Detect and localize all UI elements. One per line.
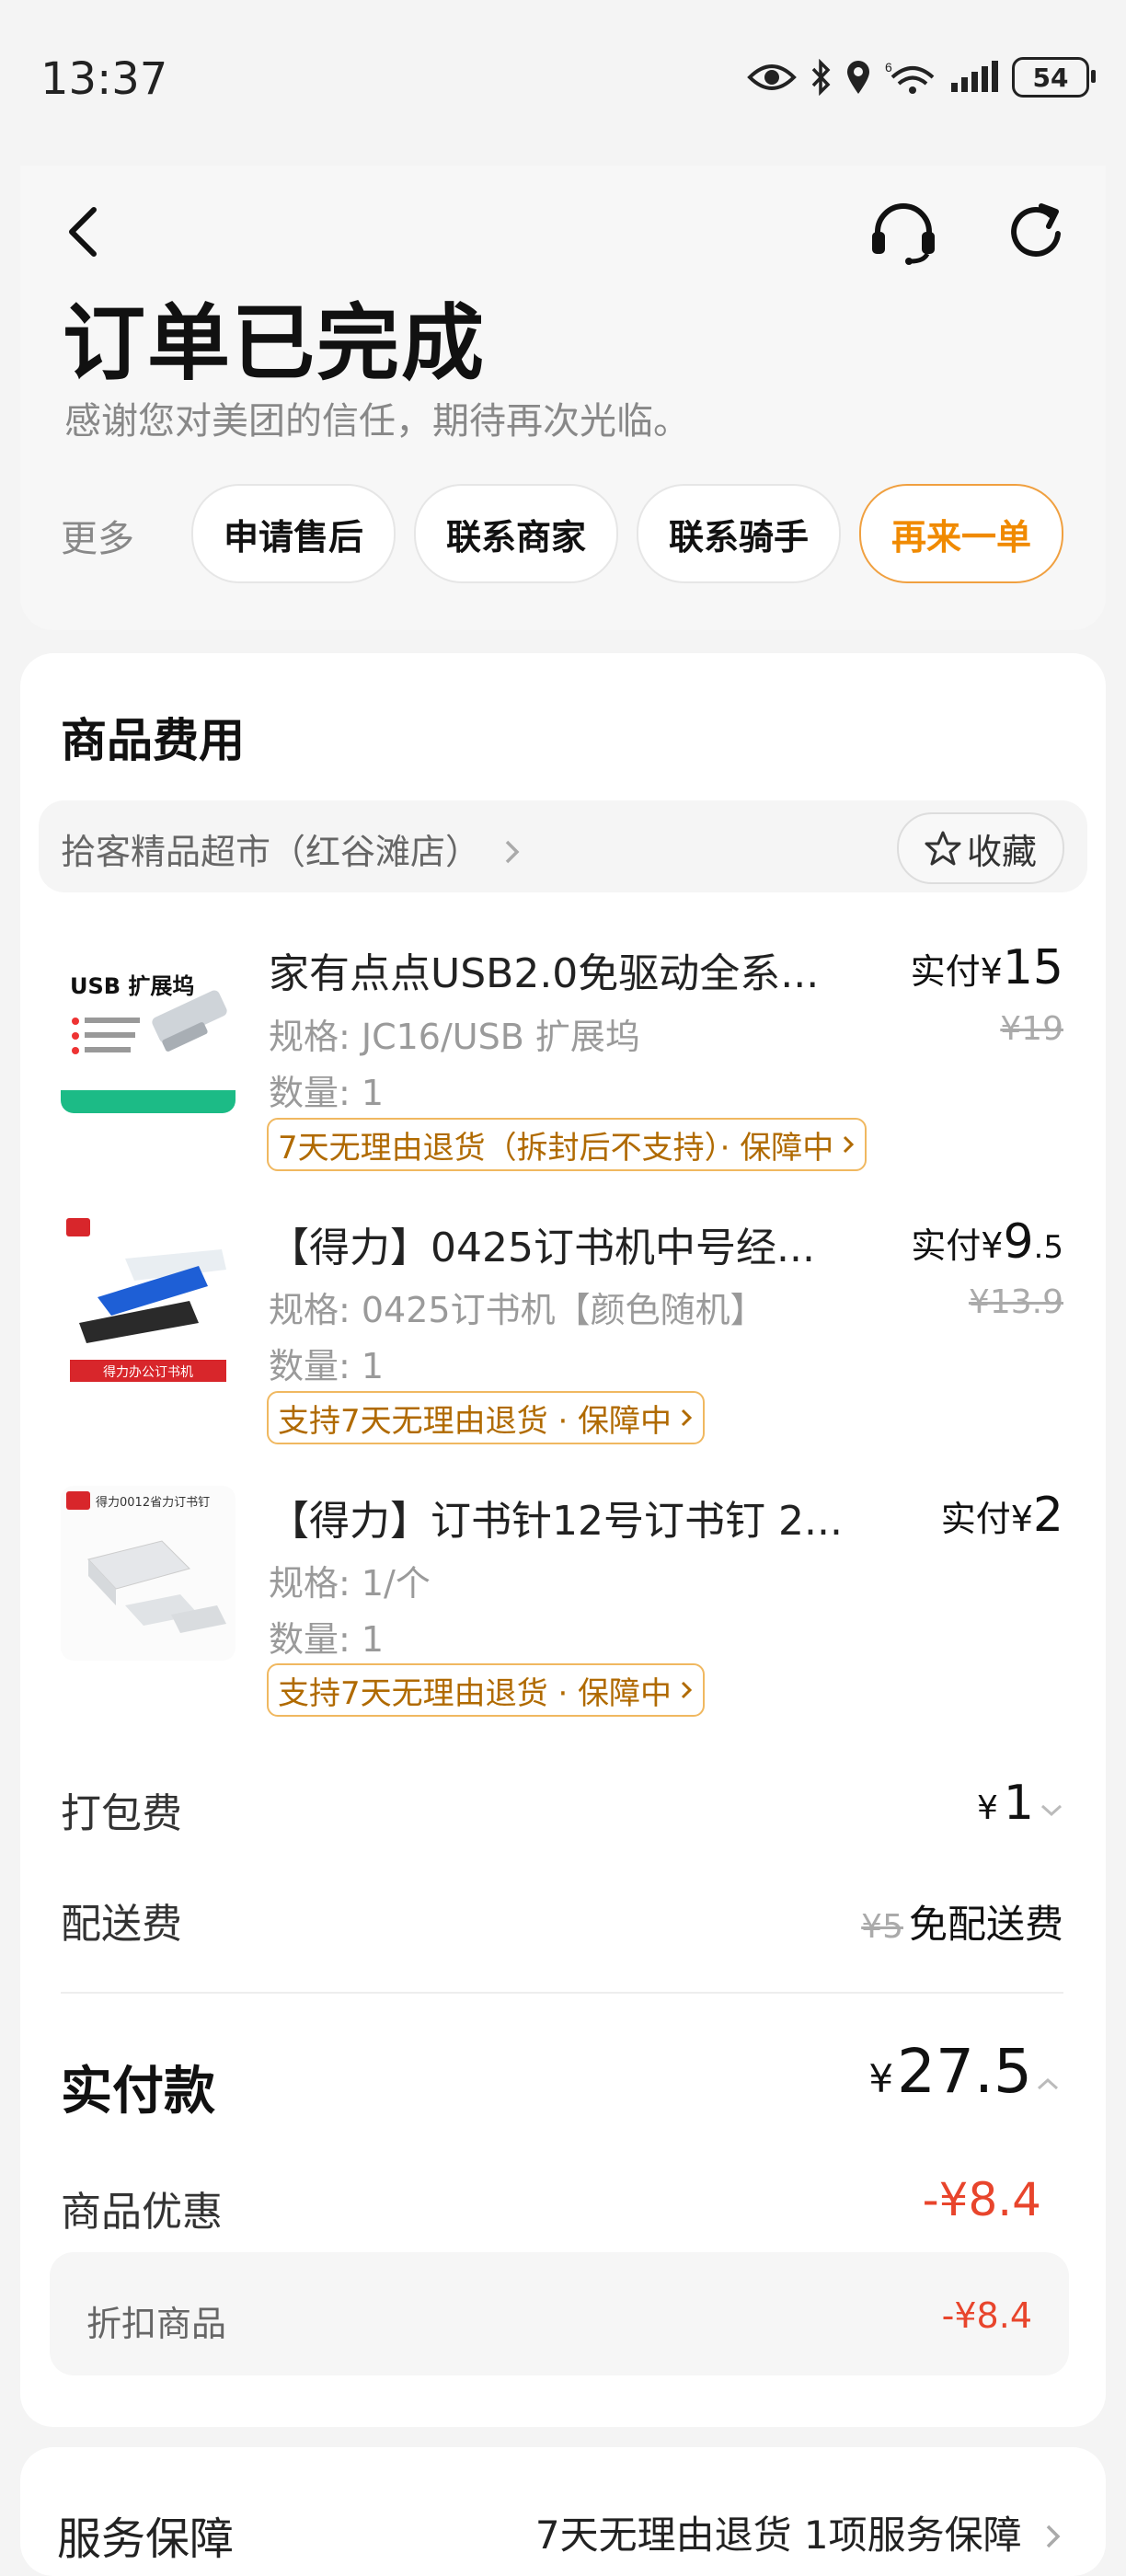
chevron-right-icon [844, 1135, 855, 1154]
product-spec-3: 规格: 1/个 [269, 1563, 431, 1604]
paid-label-1: 实付 [910, 951, 981, 992]
thumb-text-3: 得力0012省力订书钉 [96, 1495, 210, 1510]
paid-price-2: 实付¥9.5 [911, 1214, 1063, 1270]
goods-discount-value: -¥8.4 [922, 2173, 1041, 2226]
star-outline-icon [925, 831, 961, 866]
guarantee-tag-text-2: 支持7天无理由退货 · 保障中 [278, 1402, 672, 1440]
goods-discount-label: 商品优惠 [61, 2189, 223, 2236]
goods-section-title: 商品费用 [61, 714, 245, 767]
packing-amount: 1 [1003, 1776, 1034, 1831]
wifi-icon: 6 [885, 60, 935, 94]
eye-icon [747, 64, 797, 90]
product-thumbnail-staples[interactable]: 得力0012省力订书钉 [61, 1486, 236, 1661]
status-time: 13:37 [40, 53, 168, 105]
total-currency: ¥ [868, 2056, 894, 2101]
chevron-right-icon [505, 840, 520, 864]
service-guarantee-text: 7天无理由退货 1项服务保障 [534, 2513, 1022, 2558]
product-thumbnail-stapler[interactable]: 得力办公订书机 [61, 1213, 236, 1387]
chevron-right-icon [682, 1409, 693, 1427]
apply-after-sales-button[interactable]: 申请售后 [191, 484, 396, 583]
battery-level: 54 [1032, 62, 1069, 93]
location-icon [847, 61, 869, 94]
divider [61, 1992, 1063, 1994]
bluetooth-icon [811, 59, 831, 96]
favorite-label: 收藏 [966, 831, 1037, 872]
customer-service-headset-icon[interactable] [868, 201, 938, 265]
service-guarantee-label: 服务保障 [57, 2513, 235, 2565]
page-title: 订单已完成 [63, 295, 486, 392]
more-label[interactable]: 更多 [61, 509, 134, 562]
product-spec-2: 规格: 0425订书机【颜色随机】 [269, 1290, 765, 1330]
currency-1: ¥ [980, 951, 1003, 992]
discount-item-label: 折扣商品 [86, 2304, 227, 2344]
contact-merchant-button[interactable]: 联系商家 [414, 484, 618, 583]
price-int-1: 15 [1002, 940, 1063, 995]
guarantee-tag-3[interactable]: 支持7天无理由退货 · 保障中 [267, 1663, 706, 1717]
total-amount: 27.5 [897, 2036, 1032, 2107]
product-qty-2: 数量: 1 [269, 1346, 385, 1386]
svg-text:6: 6 [885, 60, 892, 75]
delivery-free-text: 免配送费 [908, 1902, 1063, 1947]
store-name-text: 拾客精品超市（红谷滩店） [61, 832, 481, 872]
chevron-right-icon [1046, 2524, 1061, 2548]
product-name-1[interactable]: 家有点点USB2.0免驱动全系... [269, 940, 819, 999]
guarantee-tag-text-3: 支持7天无理由退货 · 保障中 [278, 1674, 672, 1712]
chevron-down-icon [1040, 1804, 1063, 1817]
thumb-text-1: USB 扩展坞 [70, 973, 194, 999]
product-name-2[interactable]: 【得力】0425订书机中号经... [269, 1214, 815, 1273]
packing-currency: ¥ [977, 1789, 998, 1827]
total-paid-label: 实付款 [61, 2062, 215, 2122]
product-qty-3: 数量: 1 [269, 1619, 385, 1660]
product-name-3[interactable]: 【得力】订书针12号订书钉 2... [269, 1488, 843, 1547]
thumb-text-2: 得力办公订书机 [103, 1364, 193, 1380]
delivery-fee-label: 配送费 [61, 1901, 182, 1948]
delivery-original-price: ¥5 [861, 1908, 903, 1946]
price-int-2: 9 [1003, 1214, 1034, 1270]
refresh-icon[interactable] [1005, 201, 1069, 265]
product-thumbnail-usb-hub[interactable]: USB 扩展坞 [61, 938, 236, 1113]
currency-2: ¥ [981, 1225, 1004, 1266]
product-qty-1: 数量: 1 [269, 1073, 385, 1113]
store-name[interactable]: 拾客精品超市（红谷滩店） [61, 823, 523, 874]
guarantee-tag-2[interactable]: 支持7天无理由退货 · 保障中 [267, 1391, 706, 1444]
staples-image: 得力0012省力订书钉 [61, 1486, 236, 1661]
paid-label-3: 实付 [940, 1499, 1011, 1539]
chevron-right-icon [682, 1681, 693, 1699]
total-paid-value[interactable]: ¥ 27.5 [868, 2036, 1060, 2107]
paid-price-1: 实付¥15 [911, 940, 1063, 995]
signal-icon [951, 61, 998, 92]
battery-icon: 54 [1012, 57, 1096, 98]
packing-fee-value[interactable]: ¥ 1 [977, 1776, 1063, 1831]
original-price-1: ¥19 [1000, 1010, 1063, 1048]
discount-item-value: -¥8.4 [941, 2295, 1032, 2336]
usb-hub-image: USB 扩展坞 [61, 938, 236, 1113]
service-guarantee-value[interactable]: 7天无理由退货 1项服务保障 [535, 2504, 1063, 2560]
paid-label-2: 实付 [911, 1225, 982, 1266]
price-dec-2: .5 [1033, 1229, 1063, 1266]
status-bar: 13:37 6 54 [0, 0, 1126, 166]
product-spec-1: 规格: JC16/USB 扩展坞 [269, 1017, 640, 1057]
page-subtitle: 感谢您对美团的信任，期待再次光临。 [64, 400, 690, 443]
chevron-up-icon [1037, 2077, 1059, 2090]
stapler-image: 得力办公订书机 [61, 1213, 236, 1387]
packing-fee-label: 打包费 [61, 1790, 182, 1837]
status-icons: 6 54 [747, 57, 1096, 98]
reorder-button[interactable]: 再来一单 [859, 484, 1063, 583]
contact-rider-button[interactable]: 联系骑手 [637, 484, 841, 583]
guarantee-tag-1[interactable]: 7天无理由退货（拆封后不支持）· 保障中 [267, 1118, 867, 1171]
guarantee-tag-text-1: 7天无理由退货（拆封后不支持）· 保障中 [278, 1129, 834, 1167]
favorite-button[interactable]: 收藏 [897, 812, 1064, 884]
original-price-2: ¥13.9 [968, 1283, 1063, 1321]
back-arrow-icon[interactable] [64, 204, 101, 259]
delivery-fee-value: ¥5 免配送费 [861, 1893, 1063, 1949]
currency-3: ¥ [1010, 1499, 1033, 1539]
price-int-3: 2 [1032, 1488, 1063, 1543]
paid-price-3: 实付¥2 [941, 1488, 1063, 1543]
